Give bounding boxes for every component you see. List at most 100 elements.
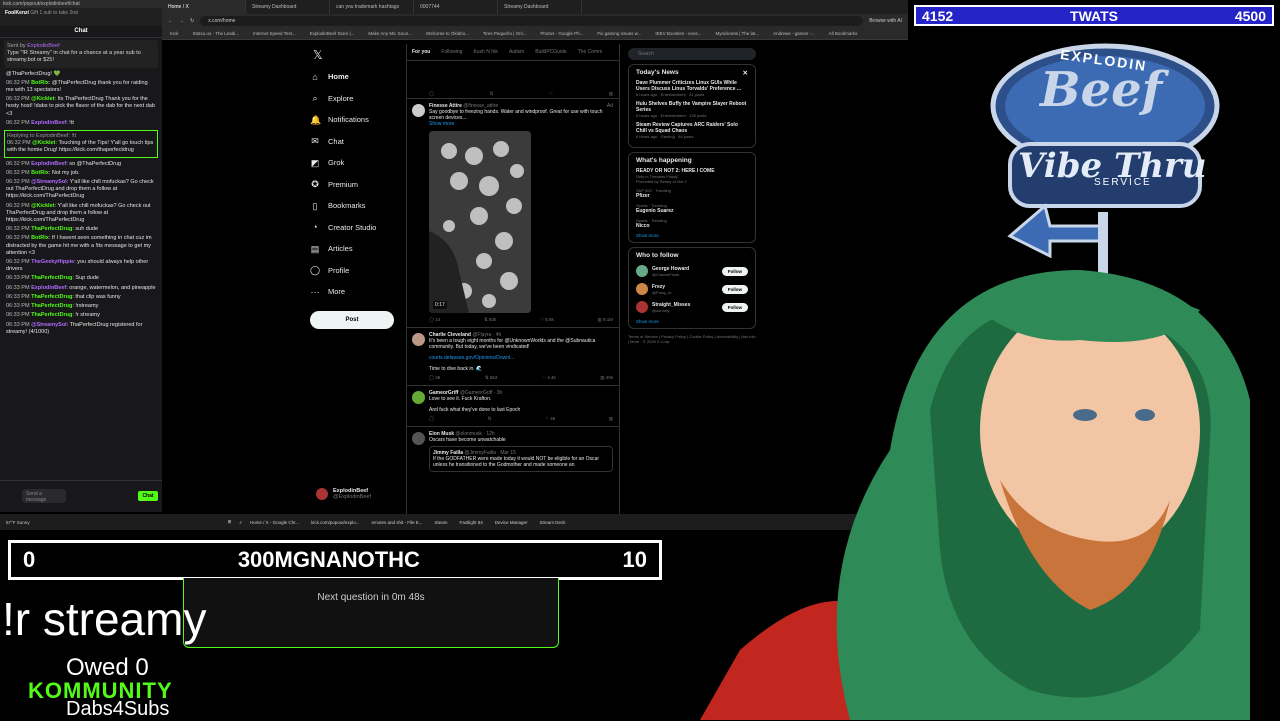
taskbar-item[interactable]: Steam — [434, 520, 447, 525]
repost-button[interactable]: ⇅ 563 — [485, 375, 498, 381]
show-more-link[interactable]: Show more — [429, 121, 613, 127]
tab-following[interactable]: Following — [441, 49, 462, 55]
message-username[interactable]: ExplodinBeef — [31, 120, 66, 126]
url-field[interactable]: x.com/home — [200, 16, 864, 26]
gift-text[interactable]: Gift 1 sub to take 2nd — [30, 10, 78, 16]
browser-tab[interactable]: Home / X — [162, 0, 246, 14]
taskbar-item[interactable]: kick.com/popout/explo... — [311, 520, 359, 525]
bookmark-item[interactable]: Andrews - games -... — [773, 31, 815, 36]
message-username[interactable]: BotRix — [31, 235, 49, 241]
quote-tweet[interactable]: Jimmy Failla @JimmyFailla · Mar 15 If th… — [429, 446, 613, 472]
search-input[interactable]: Search — [628, 48, 756, 60]
reload-icon[interactable]: ↻ — [190, 18, 194, 24]
message-username[interactable]: TheGeekyHippie — [31, 259, 74, 265]
tab-for-you[interactable]: For you — [412, 49, 430, 55]
message-username[interactable]: @Kicklet — [31, 203, 54, 209]
sidebar-item-chat[interactable]: ✉ Chat — [310, 131, 406, 153]
bookmark-item[interactable]: Kick — [170, 31, 179, 36]
bookmark-item[interactable]: Welcome to Oklaho... — [426, 31, 469, 36]
reply-button[interactable]: ◯ — [429, 416, 434, 422]
repost-button[interactable]: ⇅ — [488, 416, 492, 422]
tweet-link[interactable]: courts.delaware.gov/Opinions/Downl... — [429, 355, 613, 361]
like-button[interactable]: ♡ 46 — [545, 416, 555, 422]
forward-icon[interactable]: → — [179, 18, 184, 24]
tweet[interactable]: Finesse Attire @finesse_attire Ad Say go… — [407, 99, 619, 328]
browser-tab[interactable]: 0007744 — [414, 0, 498, 14]
x-logo-icon[interactable]: 𝕏 — [313, 48, 323, 62]
news-item[interactable]: Hulu Shelves Buffy the Vampire Slayer Re… — [636, 101, 748, 118]
message-username[interactable]: ExplodinBeef — [31, 161, 66, 167]
search-icon[interactable]: ⌕ — [239, 520, 242, 525]
repost-button[interactable]: ⇅ 83k — [484, 317, 496, 323]
sidebar-item-creator-studio[interactable]: ◔ Creator Studio — [310, 217, 406, 239]
sidebar-item-premium[interactable]: ✪ Premium — [310, 174, 406, 196]
views-button[interactable]: ▥ — [609, 416, 613, 422]
taskbar-item[interactable]: Device Manager — [495, 520, 528, 525]
sidebar-item-explore[interactable]: ⌕ Explore — [310, 88, 406, 110]
tab-buildpcguide[interactable]: BuildPCGuide — [535, 49, 566, 55]
trend-item[interactable]: Sports · Trending Eugenio Suarez — [636, 203, 748, 214]
bookmark-item[interactable]: ExplodinBeef Store |... — [310, 31, 355, 36]
tweet-video[interactable]: 0:17 — [429, 131, 531, 313]
message-username[interactable]: ExplodinBeef — [31, 285, 66, 291]
message-username[interactable]: ThaPerfectDrug — [31, 226, 72, 232]
tweet[interactable]: Charlie Cleveland @Flayra · 4h It's been… — [407, 328, 619, 386]
sidebar-item-notifications[interactable]: 🔔 Notifications — [310, 109, 406, 131]
browser-tab[interactable]: can you trademark hashtags — [330, 0, 414, 14]
show-more-link[interactable]: Show more — [636, 233, 748, 238]
tweet[interactable]: Elon Musk @elonmusk · 12h Oscars have be… — [407, 427, 619, 476]
like-button[interactable]: ♡ 4.4k — [542, 375, 556, 381]
bookmark-item[interactable]: IEEV Boosties - evos... — [655, 31, 701, 36]
bookmark-item[interactable]: Fix gaming issues w... — [597, 31, 641, 36]
bookmark-item[interactable]: Mynicknets | The lat... — [715, 31, 759, 36]
bookmark-item[interactable]: All Bookmarks — [829, 31, 858, 36]
post-button[interactable]: Post — [310, 311, 394, 329]
bookmark-item[interactable]: Photos - Google Ph... — [540, 31, 583, 36]
message-username[interactable]: @Kicklet — [31, 96, 54, 102]
close-icon[interactable]: ✕ — [743, 69, 748, 77]
trend-item[interactable]: READY OR NOT 2: HERE I COME Only in Theat… — [636, 168, 748, 184]
bookmark-item[interactable]: Tires Pequeño | Onl... — [483, 31, 527, 36]
sidebar-item-bookmarks[interactable]: ▯ Bookmarks — [310, 195, 406, 217]
weather-widget[interactable]: 57°F Sunny — [6, 520, 30, 525]
chat-message-input[interactable]: Send a message — [22, 489, 66, 503]
message-username[interactable]: @StreamySol — [31, 179, 67, 185]
news-item[interactable]: Steam Review Captures ARC Raiders' Solo … — [636, 122, 748, 139]
sidebar-item-profile[interactable]: ◯ Profile — [310, 260, 406, 282]
sidebar-item-articles[interactable]: ▤ Articles — [310, 238, 406, 260]
trend-item[interactable]: Sports · Trending Nicco — [636, 218, 748, 229]
account-switcher[interactable]: ExplodinBeef @ExplodinBeef — [316, 488, 371, 500]
like-button[interactable]: ♡ 5.6k — [540, 317, 554, 323]
bookmark-item[interactable]: Internet Speed Test... — [253, 31, 296, 36]
sidebar-item-more[interactable]: ⋯ More — [310, 281, 406, 303]
trend-item[interactable]: S&P 500 · Trending Pfizer — [636, 188, 748, 199]
taskbar-item[interactable]: Home / X - Google Chr... — [250, 520, 299, 525]
tweet[interactable]: GameorGriff @GameorGriff · 3h Love to se… — [407, 386, 619, 427]
reply-button[interactable]: ◯ 14 — [429, 317, 440, 323]
message-username[interactable]: @Kicklet — [32, 140, 55, 146]
news-item[interactable]: Dave Plummer Criticizes Linux GUIs While… — [636, 80, 748, 97]
bookmark-item[interactable]: Statsu.us - The Leadi... — [193, 31, 239, 36]
bookmark-item[interactable]: Make Any Mic Soun... — [368, 31, 412, 36]
chat-send-button[interactable]: Chat — [138, 491, 158, 501]
tab-autism[interactable]: Autism — [509, 49, 524, 55]
browser-tab[interactable]: Streamy Dashboard — [498, 0, 582, 14]
sidebar-item-grok[interactable]: ◩ Grok — [310, 152, 406, 174]
message-username[interactable]: @StreamySol — [31, 322, 67, 328]
taskbar-item[interactable]: Stream Deck — [540, 520, 566, 525]
views-button[interactable]: ▥ 40k — [600, 375, 613, 381]
message-username[interactable]: ThaPerfectDrug — [31, 275, 72, 281]
taskbar-item[interactable]: emotes and shit - File E... — [371, 520, 422, 525]
taskbar-item[interactable]: Fastlight 84 — [460, 520, 483, 525]
message-username[interactable]: ThaPerfectDrug — [31, 312, 72, 318]
message-username[interactable]: BotRix — [31, 80, 49, 86]
message-username[interactable]: ThaPerfectDrug — [31, 303, 72, 309]
message-username[interactable]: BotRix — [31, 170, 49, 176]
tab-the-comm[interactable]: The Comm — [578, 49, 603, 55]
back-icon[interactable]: ← — [168, 18, 173, 24]
views-button[interactable]: ▥ 9.1M — [597, 317, 613, 323]
windows-start-icon[interactable]: ⊞ — [228, 519, 232, 525]
browser-tab[interactable]: Streamy Dashboard — [246, 0, 330, 14]
sidebar-item-home[interactable]: ⌂ Home — [310, 66, 406, 88]
message-username[interactable]: ThaPerfectDrug — [31, 294, 72, 300]
